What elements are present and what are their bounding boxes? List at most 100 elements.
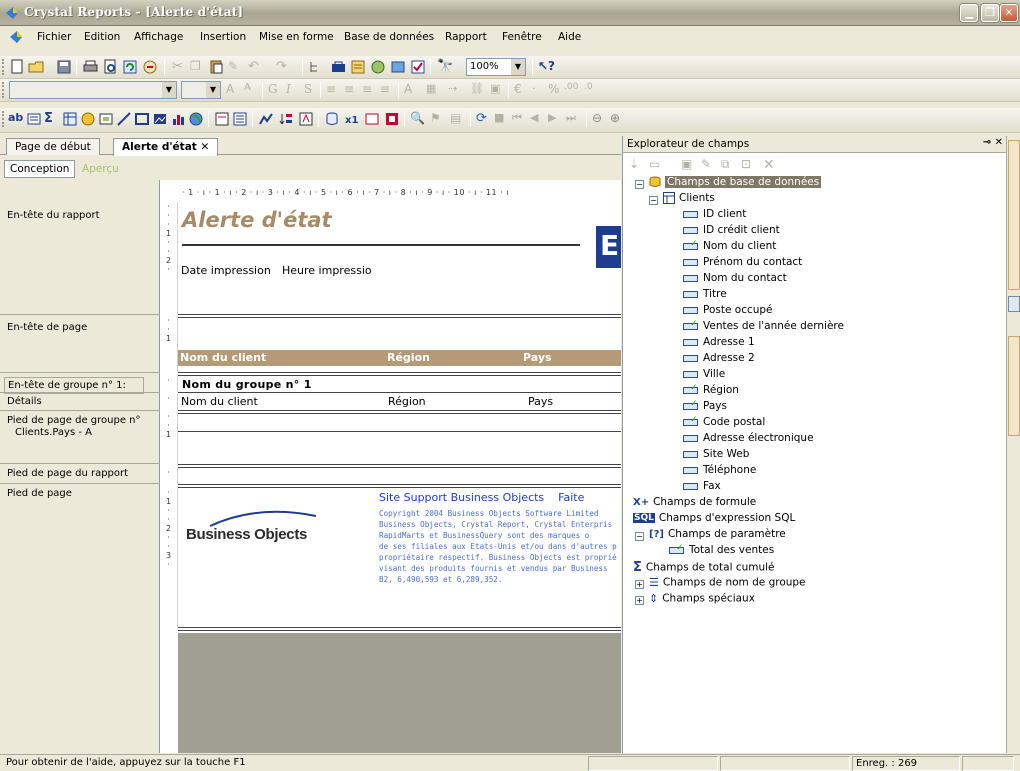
insert-line-icon[interactable]: [116, 111, 133, 127]
section-report-header[interactable]: En-tête du rapport: [4, 208, 156, 223]
menu-edition[interactable]: Edition: [84, 31, 120, 43]
menu-fichier[interactable]: Fichier: [37, 31, 71, 43]
chevron-down-icon[interactable]: ▼: [206, 82, 220, 98]
duplicate-field-icon[interactable]: ⧉: [721, 157, 738, 173]
report-title[interactable]: Alerte d'état: [182, 208, 332, 232]
lock-size-icon[interactable]: ▣: [490, 82, 507, 98]
refresh-data-icon[interactable]: ⟳: [476, 111, 493, 127]
tab-page-de-debut[interactable]: Page de début: [6, 138, 100, 155]
collapse-icon[interactable]: −: [635, 180, 644, 189]
tree-group-name-fields[interactable]: ☰ Champs de nom de groupe: [649, 576, 806, 592]
search-icon[interactable]: 🔍: [410, 111, 427, 127]
tree-sql-fields[interactable]: SQL Champs d'expression SQL: [633, 512, 795, 528]
format-painter-icon[interactable]: ✎: [228, 59, 245, 75]
group-tree-icon[interactable]: [308, 59, 325, 75]
tree-field-item[interactable]: Code postal: [683, 415, 765, 432]
chevron-down-icon[interactable]: ▼: [162, 82, 176, 98]
print-time-field[interactable]: Heure impressio: [282, 264, 372, 277]
close-tab-icon[interactable]: ✕: [200, 141, 209, 153]
next-page-icon[interactable]: ▶: [548, 111, 565, 127]
group-name-field[interactable]: Nom du groupe n° 1: [182, 378, 312, 391]
collapse-icon[interactable]: −: [649, 196, 658, 205]
shrink-font-icon[interactable]: A: [244, 82, 261, 98]
business-objects-logo-text[interactable]: Business Objects: [186, 526, 307, 543]
pin-close-icons[interactable]: ⊸ ✕: [983, 137, 1003, 148]
tab-alerte-etat[interactable]: Alerte d'état ✕: [113, 138, 219, 156]
increase-decimals-icon[interactable]: .00: [564, 82, 581, 98]
menu-affichage[interactable]: Affichage: [134, 31, 183, 43]
alerts-icon[interactable]: ⚑: [430, 111, 447, 127]
insert-box-icon[interactable]: [134, 111, 151, 127]
suppress-icon[interactable]: ⇢: [448, 82, 465, 98]
tree-field-item[interactable]: ID client: [683, 208, 746, 224]
currency-button[interactable]: €: [514, 82, 531, 98]
border-icon[interactable]: ▦: [426, 82, 443, 98]
toolbox-icon[interactable]: [330, 59, 347, 75]
section-page-footer[interactable]: Pied de page: [4, 486, 156, 501]
tree-field-item[interactable]: Titre: [683, 288, 727, 304]
new-field-icon[interactable]: ▣: [681, 157, 698, 173]
insert-olap-icon[interactable]: [80, 111, 97, 127]
tree-field-item[interactable]: Téléphone: [683, 464, 756, 480]
hyperlink-icon[interactable]: [364, 111, 381, 127]
tab-apercu[interactable]: Aperçu: [76, 160, 125, 178]
first-page-icon[interactable]: ⏮: [512, 111, 529, 127]
forward-icon[interactable]: ⊕: [610, 111, 627, 127]
prev-page-icon[interactable]: ◀: [530, 111, 547, 127]
header-region-field[interactable]: Région: [387, 351, 430, 364]
tree-running-total[interactable]: Σ Champs de total cumulé: [633, 560, 775, 576]
zoom-select[interactable]: 100% ▼: [466, 58, 526, 76]
field-formula-icon[interactable]: x1: [344, 111, 361, 127]
insert-group-icon[interactable]: [26, 111, 43, 127]
tree-field-item[interactable]: Ventes de l'année dernière: [683, 319, 844, 336]
lock-format-icon[interactable]: ⛓: [470, 82, 487, 98]
align-center-icon[interactable]: ≡: [344, 82, 361, 98]
stop-icon[interactable]: ■: [494, 111, 511, 127]
field-explorer-icon[interactable]: [350, 59, 367, 75]
chevron-down-icon[interactable]: ▼: [511, 59, 525, 75]
template-icon[interactable]: ▤: [450, 111, 467, 127]
chart-expert-icon[interactable]: [384, 111, 401, 127]
cut-icon[interactable]: ✂: [172, 59, 189, 75]
font-color-icon[interactable]: A: [404, 82, 421, 98]
browse-icon[interactable]: ▭: [649, 157, 666, 173]
copyright-text[interactable]: Copyright 2004 Business Objects Software…: [379, 508, 621, 585]
open-icon[interactable]: [28, 59, 45, 75]
section-details[interactable]: Détails: [4, 394, 156, 409]
expand-icon[interactable]: +: [635, 596, 644, 605]
thousands-icon[interactable]: ·: [532, 82, 549, 98]
header-client-field[interactable]: Nom du client: [180, 351, 266, 364]
tree-field-item[interactable]: Adresse 2: [683, 352, 755, 368]
menu-mise-en-forme[interactable]: Mise en forme: [259, 31, 334, 43]
underline-button[interactable]: S: [304, 82, 321, 98]
back-icon[interactable]: ⊖: [592, 111, 609, 127]
document-menu-icon[interactable]: [8, 29, 24, 45]
copy-icon[interactable]: ❐: [190, 59, 207, 75]
restore-button[interactable]: ❐: [981, 4, 999, 22]
close-button[interactable]: ✕: [1000, 4, 1018, 22]
detail-country-field[interactable]: Pays: [528, 395, 553, 408]
tab-conception[interactable]: Conception: [4, 160, 76, 178]
export-icon[interactable]: [142, 59, 159, 75]
tree-field-item[interactable]: Fax: [683, 480, 721, 496]
report-logo[interactable]: E: [596, 226, 621, 268]
menu-rapport[interactable]: Rapport: [445, 31, 487, 43]
insert-crosstab-icon[interactable]: [62, 111, 79, 127]
collapse-icon[interactable]: −: [635, 532, 644, 541]
grow-font-icon[interactable]: A: [226, 82, 243, 98]
delete-field-icon[interactable]: ✕: [763, 157, 780, 173]
align-left-icon[interactable]: ≡: [326, 82, 343, 98]
insert-to-report-icon[interactable]: ⇣: [629, 157, 646, 173]
tree-table-clients[interactable]: Clients: [663, 192, 715, 208]
detail-client-field[interactable]: Nom du client: [181, 395, 258, 408]
align-right-icon[interactable]: ≡: [362, 82, 379, 98]
section-expert-icon[interactable]: [214, 111, 231, 127]
insert-chart-icon[interactable]: [170, 111, 187, 127]
header-country-field[interactable]: Pays: [523, 351, 552, 364]
decrease-decimals-icon[interactable]: .0: [584, 82, 601, 98]
menu-aide[interactable]: Aide: [558, 31, 581, 43]
paste-icon[interactable]: [208, 59, 225, 75]
tree-field-item[interactable]: Nom du client: [683, 239, 776, 256]
last-page-icon[interactable]: ⏭: [566, 111, 583, 127]
tree-field-item[interactable]: Adresse 1: [683, 336, 755, 352]
